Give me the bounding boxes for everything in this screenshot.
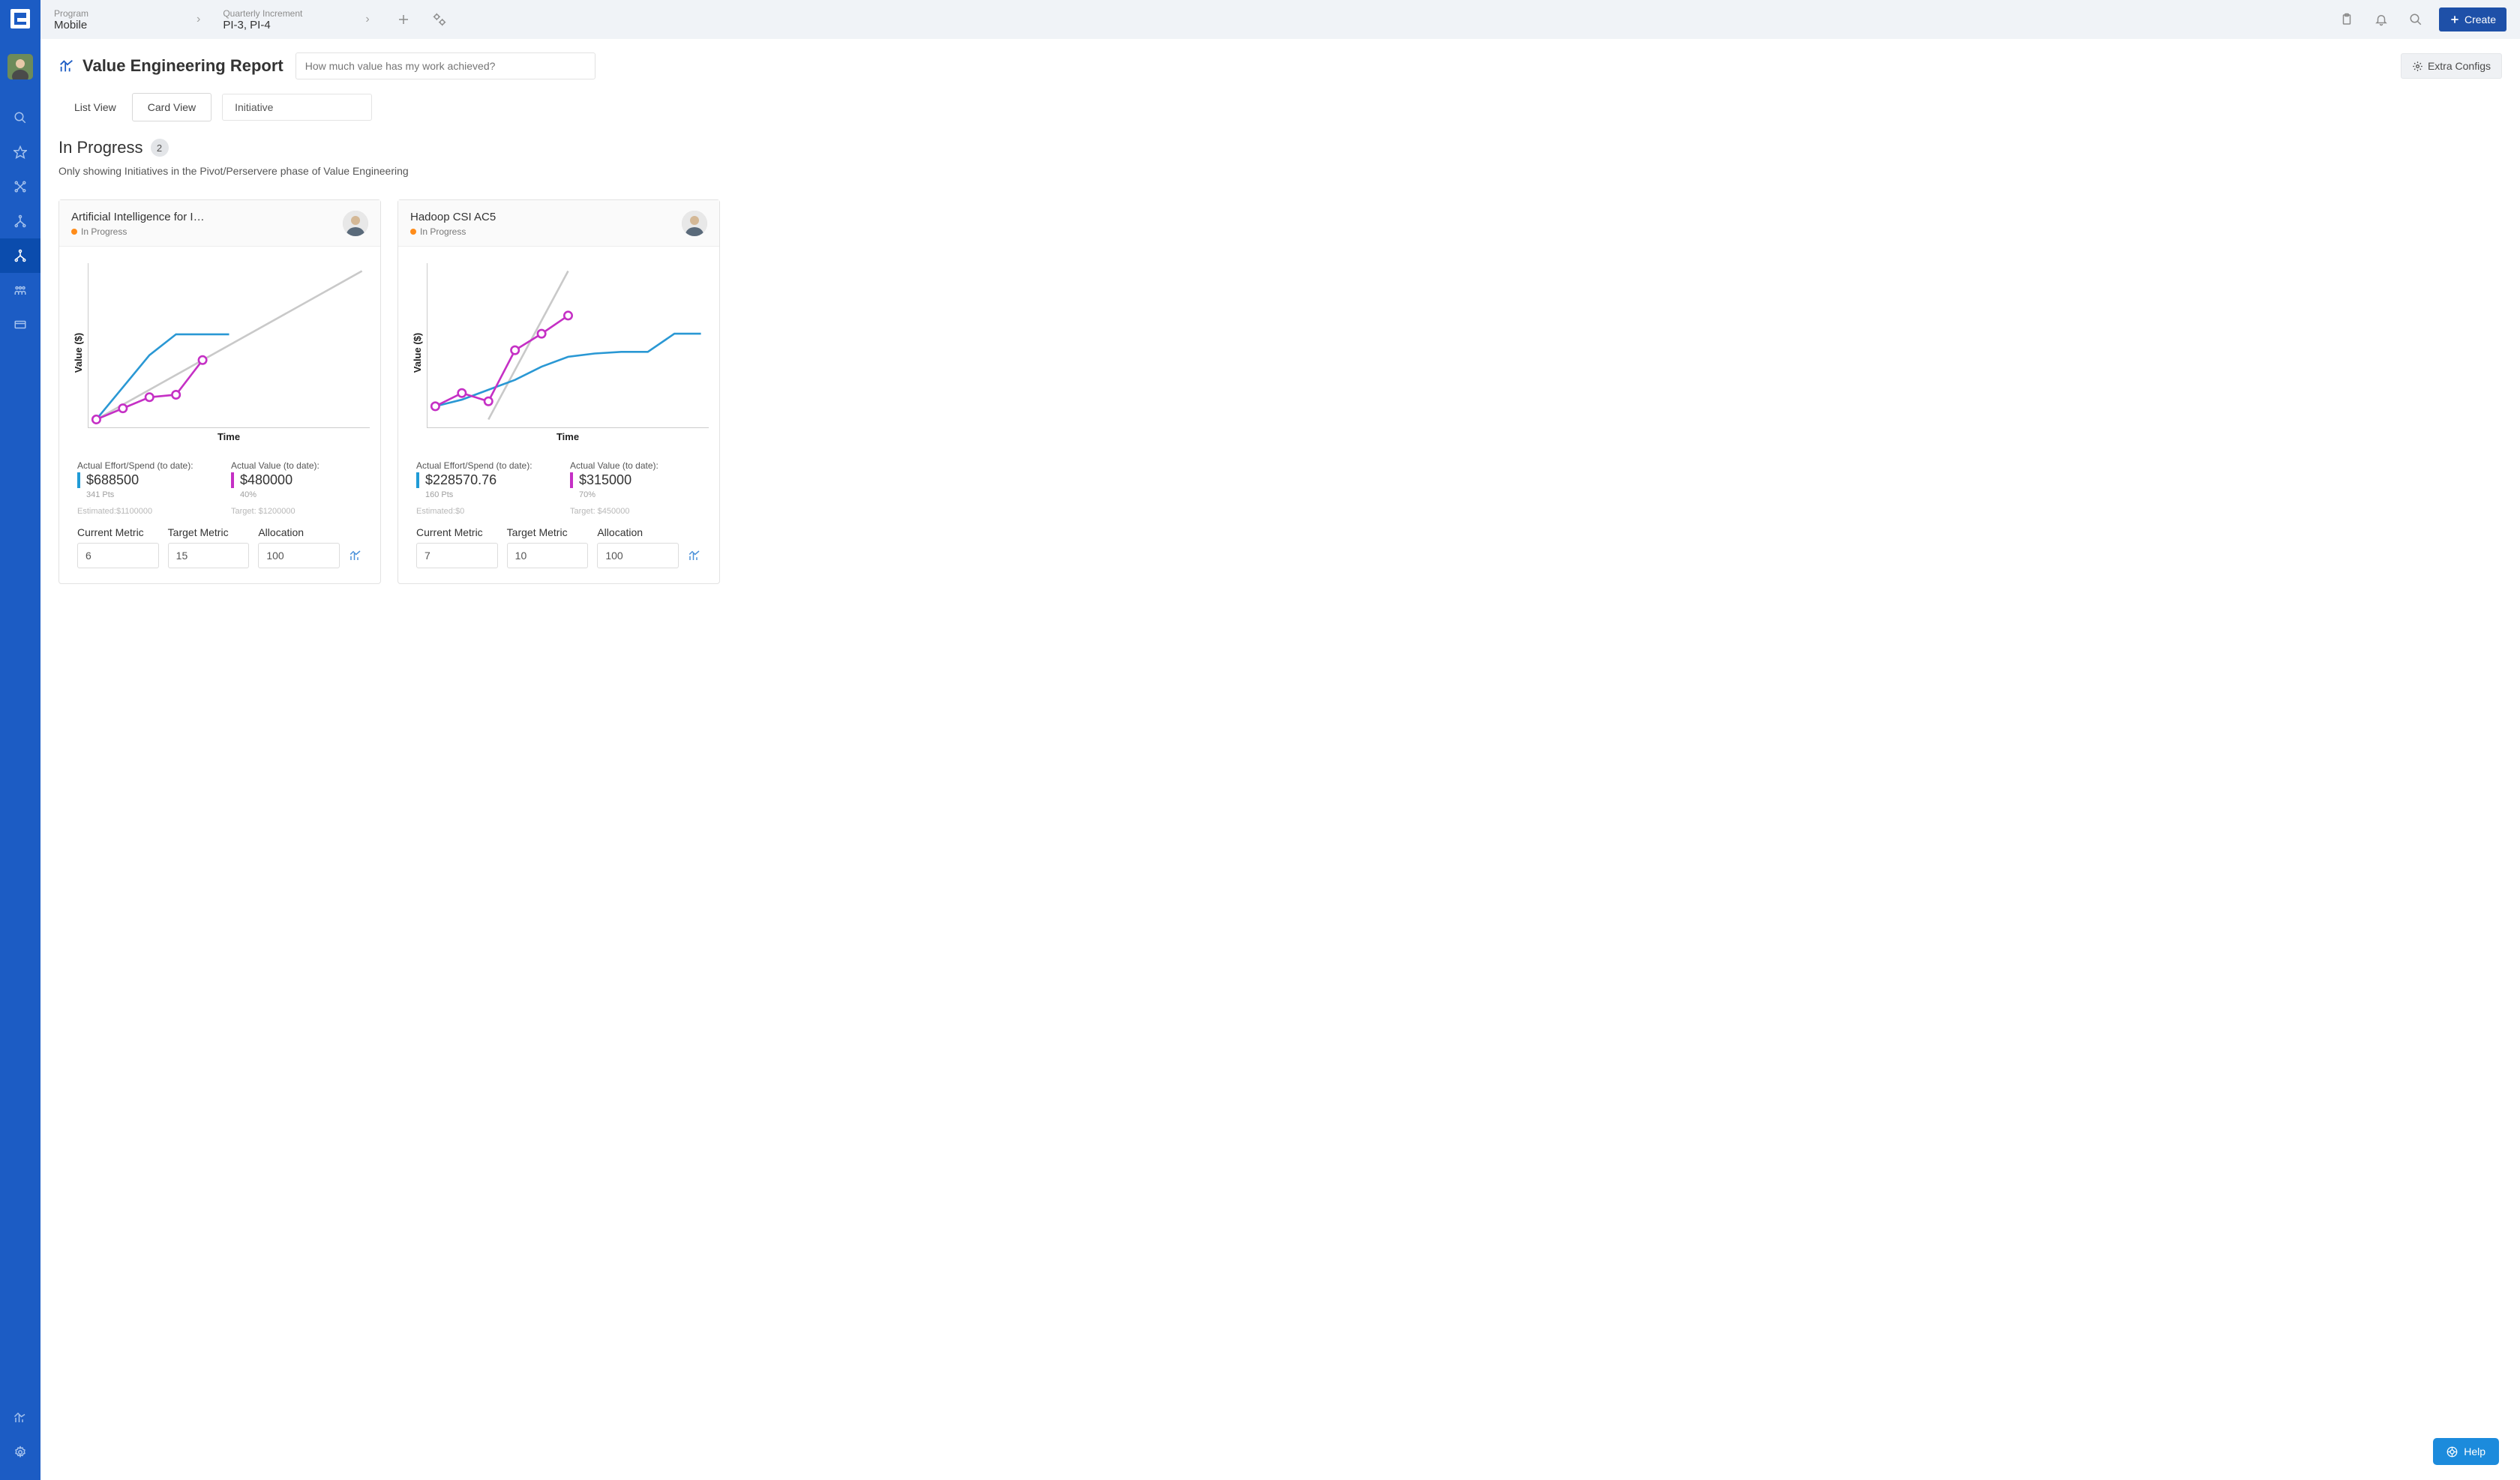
effort-label: Actual Effort/Spend (to date): [77, 460, 208, 471]
effort-sub: 160 Pts [416, 490, 548, 499]
owner-avatar[interactable] [682, 211, 707, 236]
report-icon[interactable] [0, 1401, 40, 1435]
estimated-text: Estimated:$1100000 [77, 507, 208, 516]
clipboard-icon[interactable] [2336, 8, 2358, 31]
value-chart [88, 263, 370, 428]
help-label: Help [2464, 1446, 2486, 1458]
page-header: Value Engineering Report Extra Configs [40, 39, 2520, 90]
create-button[interactable]: Create [2439, 7, 2506, 31]
allocation-label: Allocation [597, 526, 679, 538]
initiative-card[interactable]: Hadoop CSI AC5 In Progress Value ($) Time Ac… [398, 199, 720, 584]
extra-label: Extra Configs [2428, 60, 2491, 72]
section-subtitle: Only showing Initiatives in the Pivot/Pe… [58, 165, 2502, 177]
current-metric-label: Current Metric [77, 526, 159, 538]
plus-icon[interactable] [392, 8, 415, 31]
section-title: In Progress [58, 138, 143, 157]
value-chart [427, 263, 709, 428]
view-tabs: List View Card View Initiative [40, 93, 2520, 121]
people-icon[interactable] [0, 273, 40, 307]
card-title: Hadoop CSI AC5 [410, 211, 674, 223]
user-avatar[interactable] [8, 54, 33, 79]
value-sub: 40% [231, 490, 362, 499]
crumb-value: PI-3, PI-4 [223, 19, 343, 31]
effort-value: $688500 [77, 472, 208, 488]
crumb-value: Mobile [54, 19, 174, 31]
chevron-right-icon: › [186, 13, 211, 26]
allocation-input[interactable] [597, 543, 679, 568]
star-icon[interactable] [0, 135, 40, 169]
top-search-icon[interactable] [2404, 8, 2427, 31]
crumb-label: Quarterly Increment [223, 8, 343, 19]
value-label: Actual Value (to date): [231, 460, 362, 471]
chevron-right-icon: › [355, 13, 380, 26]
effort-label: Actual Effort/Spend (to date): [416, 460, 548, 471]
value-value: $315000 [570, 472, 701, 488]
target-text: Target: $450000 [570, 507, 701, 516]
entity-dropdown[interactable]: Initiative [222, 94, 372, 121]
estimated-text: Estimated:$0 [416, 507, 548, 516]
bell-icon[interactable] [2370, 8, 2392, 31]
target-metric-input[interactable] [168, 543, 250, 568]
section-in-progress: In Progress 2 Only showing Initiatives i… [40, 121, 2520, 193]
chart-area: Value ($) Time [59, 247, 380, 447]
value-label: Actual Value (to date): [570, 460, 701, 471]
effort-sub: 341 Pts [77, 490, 208, 499]
target-metric-label: Target Metric [168, 526, 250, 538]
breadcrumb-increment[interactable]: Quarterly Increment PI-3, PI-4 [223, 8, 343, 31]
chart-up-icon [58, 58, 75, 74]
app-logo[interactable] [8, 6, 33, 31]
value-value: $480000 [231, 472, 362, 488]
left-rail [0, 0, 40, 1480]
allocation-input[interactable] [258, 543, 340, 568]
chart-xlabel: Time [427, 431, 709, 442]
effort-value: $228570.76 [416, 472, 548, 488]
topbar: Program Mobile › Quarterly Increment PI-… [40, 0, 2520, 39]
target-text: Target: $1200000 [231, 507, 362, 516]
create-label: Create [2464, 13, 2496, 25]
search-input[interactable] [296, 52, 596, 79]
value-sub: 70% [570, 490, 701, 499]
chart-xlabel: Time [88, 431, 370, 442]
crumb-label: Program [54, 8, 174, 19]
extra-configs-button[interactable]: Extra Configs [2401, 53, 2502, 79]
chart-ylabel: Value ($) [412, 333, 424, 373]
status-dot-icon [410, 229, 416, 235]
search-icon[interactable] [0, 100, 40, 135]
hierarchy-active-icon[interactable] [0, 238, 40, 273]
card-icon[interactable] [0, 307, 40, 342]
chart-link-icon[interactable] [688, 549, 701, 568]
help-button[interactable]: Help [2433, 1438, 2499, 1465]
page-title: Value Engineering Report [58, 56, 284, 76]
chart-link-icon[interactable] [349, 549, 362, 568]
chart-area: Value ($) Time [398, 247, 719, 447]
card-title: Artificial Intelligence for I… [71, 211, 335, 223]
card-status: In Progress [410, 226, 674, 237]
status-dot-icon [71, 229, 77, 235]
owner-avatar[interactable] [343, 211, 368, 236]
target-metric-input[interactable] [507, 543, 589, 568]
breadcrumb-program[interactable]: Program Mobile [54, 8, 174, 31]
chart-ylabel: Value ($) [74, 333, 85, 373]
settings-icon[interactable] [0, 1435, 40, 1470]
cards-container: Artificial Intelligence for I… In Progres… [40, 193, 2520, 614]
card-status: In Progress [71, 226, 335, 237]
hierarchy-icon[interactable] [0, 204, 40, 238]
count-badge: 2 [151, 139, 169, 157]
allocation-label: Allocation [258, 526, 340, 538]
network-icon[interactable] [0, 169, 40, 204]
tab-card-view[interactable]: Card View [132, 93, 212, 121]
initiative-card[interactable]: Artificial Intelligence for I… In Progres… [58, 199, 381, 584]
current-metric-label: Current Metric [416, 526, 498, 538]
gears-icon[interactable] [427, 7, 452, 32]
current-metric-input[interactable] [416, 543, 498, 568]
tab-list-view[interactable]: List View [58, 93, 132, 121]
current-metric-input[interactable] [77, 543, 159, 568]
target-metric-label: Target Metric [507, 526, 589, 538]
